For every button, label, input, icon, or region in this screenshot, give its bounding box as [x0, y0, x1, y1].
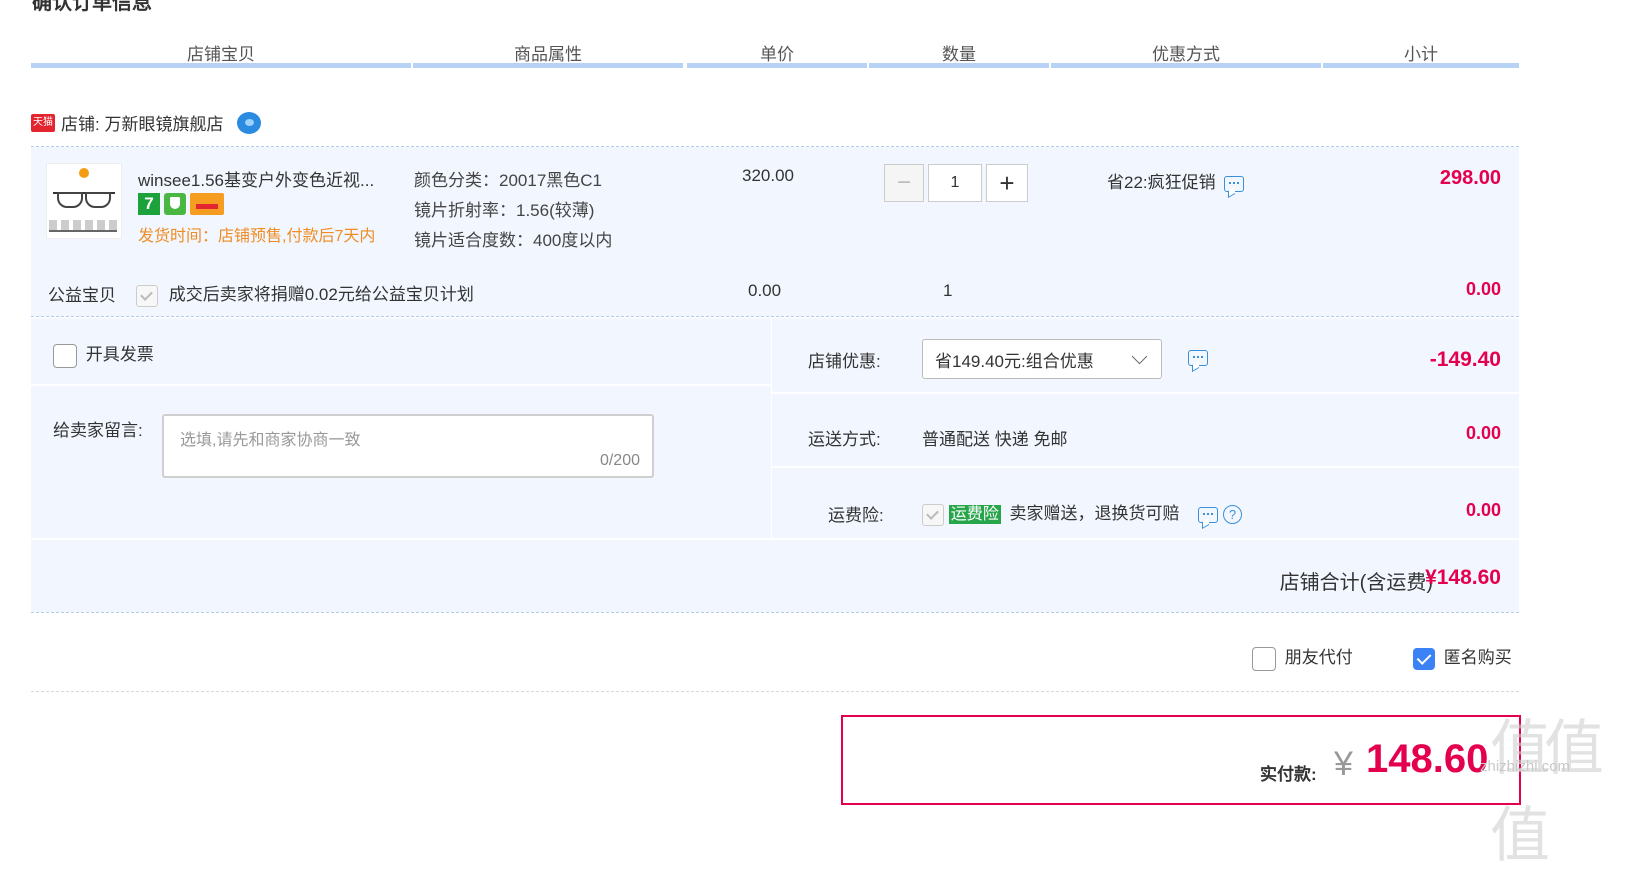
- column-header-subtotal: 小计: [1404, 45, 1438, 64]
- header-bar: [1051, 63, 1321, 68]
- header-bar: [869, 63, 1049, 68]
- service-badges: 7: [138, 193, 224, 215]
- product-thumbnail[interactable]: [46, 163, 122, 239]
- header-bar: [687, 63, 867, 68]
- insurance-text: 卖家赠送，退换货可赔: [1009, 504, 1180, 523]
- divider: [771, 318, 772, 540]
- header-bar: [413, 63, 683, 68]
- attr-diopter-range: 镜片适合度数：400度以内: [414, 231, 613, 250]
- comment-icon[interactable]: [1188, 349, 1208, 366]
- charity-option: 成交后卖家将捐赠0.02元给公益宝贝计划: [136, 280, 474, 307]
- comment-icon[interactable]: [1223, 175, 1244, 192]
- invoice-checkbox[interactable]: [53, 343, 77, 368]
- seller-message-input[interactable]: 选填,请先和商家协商一致 0/200: [162, 414, 654, 478]
- page-title: 确认订单信息: [32, 0, 152, 14]
- friend-pay-checkbox[interactable]: [1252, 646, 1276, 671]
- product-title[interactable]: winsee1.56基变户外变色近视...: [138, 166, 374, 191]
- charity-checkbox[interactable]: [136, 284, 158, 307]
- discount-comment: [1180, 349, 1208, 367]
- quantity-input[interactable]: 1: [928, 164, 982, 202]
- attr-color: 颜色分类：20017黑色C1: [414, 171, 603, 190]
- shop-name[interactable]: 店铺: 万新眼镜旗舰店: [61, 110, 223, 135]
- divider: [31, 538, 1519, 540]
- chevron-down-icon: [1131, 348, 1148, 365]
- insurance-amount: 0.00: [1465, 500, 1501, 520]
- charity-label: 公益宝贝: [48, 286, 116, 305]
- divider: [31, 384, 771, 386]
- invoice-label: 开具发票: [85, 345, 154, 364]
- insurance-option: 运费险 卖家赠送，退换货可赔 ?: [922, 499, 1242, 526]
- seven-day-return-icon[interactable]: 7: [138, 193, 160, 215]
- unit-price: 320.00: [742, 166, 794, 185]
- anonymous-option[interactable]: 匿名购买: [1413, 643, 1512, 670]
- guarantee-shield-icon[interactable]: [164, 193, 186, 215]
- friend-pay-label: 朋友代付: [1284, 648, 1353, 667]
- promo-text: 省22:疯狂促销: [1107, 168, 1244, 193]
- divider: [31, 316, 1519, 317]
- attr-refractive-index: 镜片折射率：1.56(较薄): [414, 201, 595, 220]
- insurance-checkbox[interactable]: [922, 503, 944, 526]
- header-bar: [31, 63, 411, 68]
- quantity-stepper: − 1 +: [884, 164, 1028, 202]
- column-header-unit-price: 单价: [760, 45, 794, 64]
- shop-discount-select[interactable]: 省149.40元:组合优惠: [922, 339, 1162, 379]
- wangwang-chat-icon[interactable]: [237, 111, 262, 134]
- anonymous-label: 匿名购买: [1443, 648, 1512, 667]
- charity-price: 0.00: [748, 281, 782, 300]
- insurance-tag: 运费险: [948, 505, 1001, 524]
- promo-label: 省22:疯狂促销: [1107, 173, 1216, 192]
- column-header-attributes: 商品属性: [514, 45, 582, 64]
- credit-card-icon[interactable]: [190, 193, 224, 215]
- charity-text: 成交后卖家将捐赠0.02元给公益宝贝计划: [168, 285, 474, 304]
- payment-value: 148.60: [1366, 737, 1489, 781]
- divider: [31, 691, 1519, 692]
- shop-header: 天猫 店铺: 万新眼镜旗舰店: [31, 110, 262, 135]
- help-icon[interactable]: ?: [1222, 505, 1242, 525]
- shop-total-label: 店铺合计(含运费): [1279, 572, 1433, 594]
- item-subtotal: 298.00: [1439, 167, 1501, 189]
- insurance-label: 运费险:: [828, 506, 884, 525]
- delivery-label: 运送方式:: [808, 430, 881, 449]
- column-header-items: 店铺宝贝: [187, 45, 255, 64]
- column-header-discount: 优惠方式: [1152, 45, 1220, 64]
- friend-pay-option[interactable]: 朋友代付: [1252, 643, 1353, 671]
- delivery-amount: 0.00: [1465, 423, 1501, 443]
- header-bar: [1323, 63, 1519, 68]
- invoice-option[interactable]: 开具发票: [53, 340, 154, 368]
- payment-currency: ¥: [1334, 745, 1353, 783]
- divider: [772, 392, 1519, 394]
- payment-summary: 实付款: ¥ 148.60: [841, 715, 1521, 805]
- anonymous-checkbox[interactable]: [1413, 647, 1435, 670]
- delivery-method: 普通配送 快递 免邮: [922, 430, 1068, 449]
- shop-discount-selected: 省149.40元:组合优惠: [935, 351, 1094, 371]
- shop-discount-label: 店铺优惠:: [808, 352, 881, 371]
- comment-icon[interactable]: [1198, 506, 1219, 523]
- message-char-count: 0/200: [599, 452, 640, 469]
- watermark-site: zhizhizhi.com: [1480, 758, 1571, 775]
- divider: [31, 612, 1519, 613]
- column-header-quantity: 数量: [942, 45, 976, 64]
- payment-label: 实付款:: [1260, 765, 1317, 784]
- decrease-quantity-button[interactable]: −: [884, 164, 924, 202]
- shop-total-value: ¥148.60: [1425, 566, 1501, 589]
- charity-quantity: 1: [943, 281, 953, 300]
- tmall-icon: 天猫: [31, 113, 55, 132]
- shipping-time: 发货时间：店铺预售,付款后7天内: [138, 228, 376, 245]
- divider: [772, 466, 1519, 468]
- charity-subtotal: 0.00: [1465, 279, 1501, 299]
- message-placeholder: 选填,请先和商家协商一致: [180, 432, 361, 449]
- increase-quantity-button[interactable]: +: [986, 164, 1028, 202]
- shop-discount-amount: -149.40: [1429, 348, 1501, 371]
- message-label: 给卖家留言:: [53, 421, 143, 440]
